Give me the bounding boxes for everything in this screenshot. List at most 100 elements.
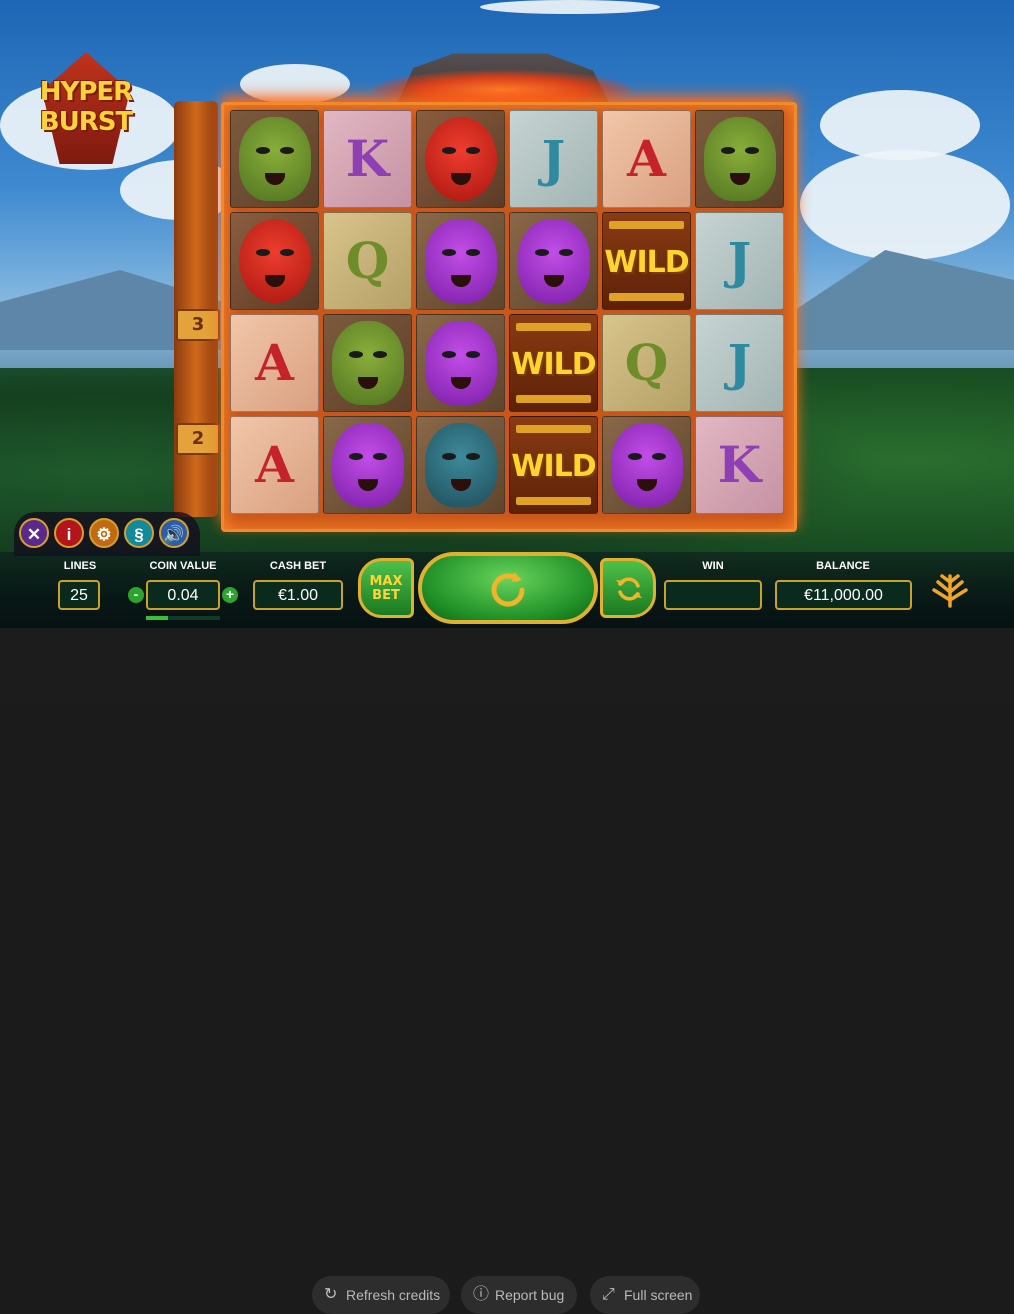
refresh-credits-label: Refresh credits [346,1287,441,1303]
purple-mask-icon [611,423,683,507]
lines-label: LINES [63,560,97,572]
wild-frame-bar [516,395,591,403]
green-mask-tile [323,314,412,412]
lines-value[interactable]: 25 [58,580,100,610]
multiplier-marker: 3 [176,309,220,341]
fullscreen-icon: ⤢ [602,1286,615,1303]
symbol-letter: Q [345,231,390,290]
mask-mouth [451,479,471,491]
symbol-q-tile: Q [323,212,412,310]
mask-mouth [265,275,285,287]
spin-button[interactable] [418,552,598,624]
mask-mouth [358,479,378,491]
report-bug-label: Report bug [495,1287,565,1303]
coin-plus-button[interactable]: + [222,587,238,603]
green-mask-tile [695,110,784,208]
coin-minus-button[interactable]: - [128,587,144,603]
balance-label: BALANCE [816,560,870,572]
logo-line-2: BURST [39,107,133,137]
purple-mask-tile [323,416,412,514]
info-icon: i [66,525,72,544]
refresh-icon: ↻ [324,1286,338,1303]
symbol-q-tile: Q [602,314,691,412]
speaker-icon: 🔊 [163,525,185,544]
full-screen-button[interactable]: ⤢ Full screen [590,1276,700,1314]
mask-mouth [358,377,378,389]
mask-mouth [544,275,564,287]
wild-symbol-tile: WILD [509,416,598,514]
symbol-letter: A [627,129,666,188]
rules-button[interactable]: § [124,518,154,548]
coin-level-fill [146,616,169,620]
wild-frame-bar [516,425,591,433]
multiplier-marker: 2 [176,423,220,455]
report-bug-button[interactable]: ⓘ Report bug [461,1276,577,1314]
blue-mask-icon [425,423,497,507]
green-mask-icon [239,117,311,201]
symbol-letter: Q [624,333,669,392]
max-bet-label-2: BET [372,588,400,603]
wild-label: WILD [511,449,596,484]
win-label: WIN [702,560,724,572]
win-value [664,580,762,610]
red-mask-icon [425,117,497,201]
mask-eye [652,453,666,460]
mask-mouth [637,479,657,491]
mask-eye [256,147,270,154]
symbol-letter: J [727,333,752,392]
purple-mask-icon [425,321,497,405]
red-mask-icon [239,219,311,303]
symbol-letter: A [255,435,294,494]
mask-eye [373,453,387,460]
mask-mouth [730,173,750,185]
mask-eye [466,351,480,358]
green-mask-icon [704,117,776,201]
wild-frame-bar [516,497,591,505]
mask-eye [349,351,363,358]
mask-eye [466,453,480,460]
settings-button[interactable]: ⚙ [89,518,119,548]
cash-bet-value: €1.00 [253,580,343,610]
mask-mouth [451,377,471,389]
coin-value-label: COIN VALUE [149,560,217,572]
info-button[interactable]: i [54,518,84,548]
mask-eye [721,147,735,154]
mountain-right [780,250,1014,350]
symbol-j-tile: J [695,212,784,310]
mask-eye [466,249,480,256]
close-button[interactable]: ✕ [19,518,49,548]
mask-eye [349,453,363,460]
sound-button[interactable]: 🔊 [159,518,189,548]
symbol-letter: A [255,333,294,392]
autoplay-button[interactable] [600,558,656,618]
site-footer: ↻ Refresh credits ⓘ Report bug ⤢ Full sc… [0,628,1014,1314]
cloud [480,0,660,14]
mask-mouth [451,275,471,287]
refresh-credits-button[interactable]: ↻ Refresh credits [312,1276,450,1314]
symbol-a-tile: A [230,314,319,412]
wild-symbol-tile: WILD [602,212,691,310]
mask-eye [280,249,294,256]
green-mask-icon [332,321,404,405]
wild-frame-bar [516,323,591,331]
mask-eye [442,453,456,460]
full-screen-label: Full screen [624,1287,693,1303]
symbol-j-tile: J [509,110,598,208]
spin-icon [491,572,525,607]
close-icon: ✕ [26,525,42,544]
mask-eye [373,351,387,358]
symbol-a-tile: A [230,416,319,514]
wild-frame-bar [609,221,684,229]
max-bet-button[interactable]: MAX BET [358,558,414,618]
symbol-letter: J [541,129,566,188]
gear-icon: ⚙ [96,525,112,544]
game-canvas: HYPER BURST 3 2 K J A Q WILD J A WILD Q J A WILD K ✕… [0,0,1014,628]
symbol-letter: K [717,435,762,494]
mask-eye [745,147,759,154]
wild-label: WILD [604,245,689,280]
mask-eye [256,249,270,256]
mask-mouth [451,173,471,185]
symbol-letter: K [345,129,390,188]
symbol-k-tile: K [695,416,784,514]
reel-grid: K J A Q WILD J A WILD Q J A WILD K [230,110,786,516]
